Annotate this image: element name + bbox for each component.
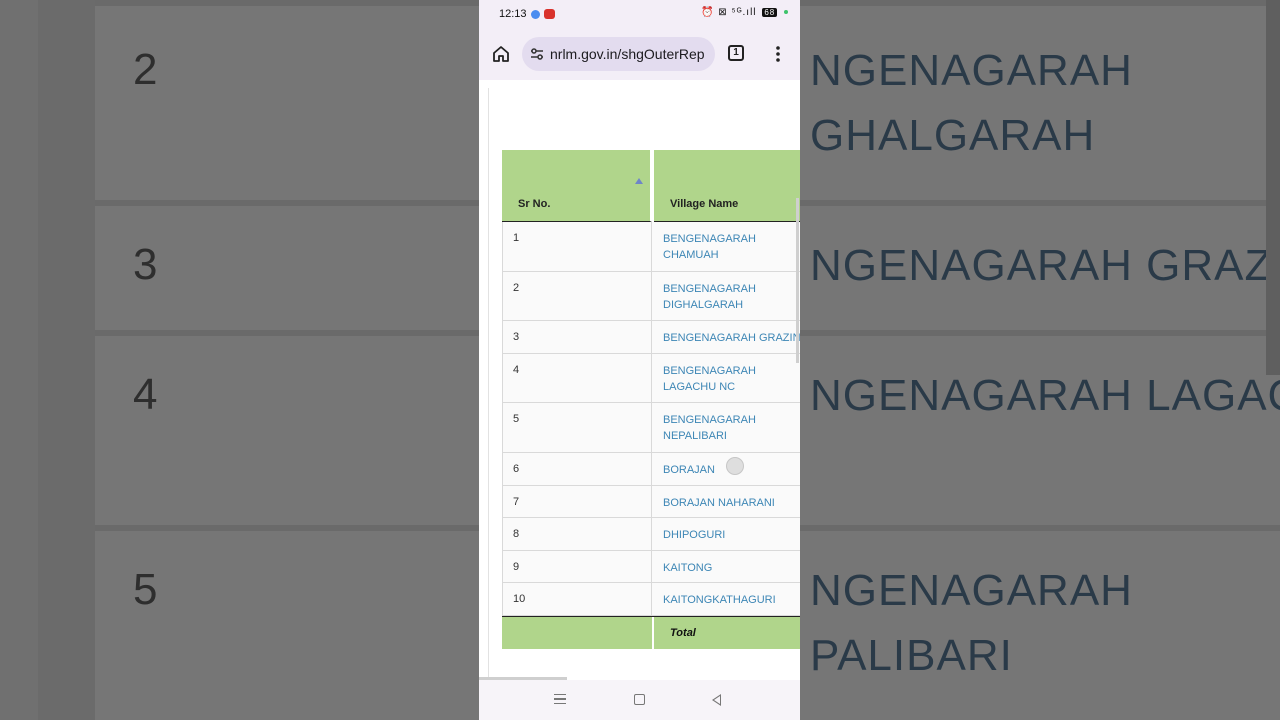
total-divider (652, 617, 654, 650)
table-row: 9 KAITONG (502, 551, 800, 583)
sr-no-cell: 4 (502, 354, 652, 402)
background-text: NGENAGARAH (810, 566, 1133, 615)
village-link[interactable]: KAITONG (653, 551, 800, 582)
more-options-icon[interactable] (776, 46, 780, 62)
background-number: 3 (133, 240, 158, 289)
table-row: 7 BORAJAN NAHARANI (502, 486, 800, 518)
background-cell (95, 0, 480, 200)
village-link[interactable]: BENGENAGARAH LAGACHU NC (653, 354, 800, 402)
home-icon[interactable] (492, 45, 510, 63)
column-header-label: Sr No. (518, 198, 551, 210)
sr-no-cell: 7 (502, 486, 652, 517)
browser-toolbar: nrlm.gov.in/shgOuterRep 1 (479, 28, 800, 80)
tab-switcher-button[interactable]: 1 (728, 45, 744, 61)
background-scrollbar (1266, 0, 1280, 375)
village-link[interactable]: DHIPOGURI (653, 518, 800, 550)
sr-no-cell: 9 (502, 551, 652, 582)
column-header-village-name[interactable]: Village Name (654, 150, 800, 222)
table-row: 5 BENGENAGARAH NEPALIBARI (502, 403, 800, 453)
village-link[interactable]: BENGENAGARAH GRAZING (653, 321, 800, 353)
sr-no-cell: 1 (502, 222, 652, 271)
touch-indicator (726, 457, 744, 475)
background-edge (38, 0, 95, 720)
home-nav-icon[interactable] (634, 694, 645, 705)
background-text: PALIBARI (810, 631, 1013, 680)
page-content: Sr No. Village Name 1 BENGENAGARAH CHAMU… (479, 80, 800, 680)
signal-icon: ⏰ ⊠ ⁵ᴳ.ıll (701, 7, 757, 18)
table-total-row: Total (502, 616, 800, 650)
village-link[interactable]: BENGENAGARAH CHAMUAH (653, 222, 800, 271)
sort-ascending-icon[interactable] (635, 178, 643, 184)
status-time: 12:13 (499, 8, 527, 20)
content-border (488, 88, 489, 678)
address-bar[interactable]: nrlm.gov.in/shgOuterRep (522, 37, 715, 71)
status-icons: ⏰ ⊠ ⁵ᴳ.ıll 68 (701, 7, 788, 18)
sr-no-cell: 2 (502, 272, 652, 320)
village-link[interactable]: BORAJAN NAHARANI (653, 486, 800, 517)
notification-icon (544, 9, 555, 19)
table-row: 1 BENGENAGARAH CHAMUAH (502, 222, 800, 272)
background-text: NGENAGARAH (810, 46, 1133, 95)
sr-no-cell: 5 (502, 403, 652, 452)
recents-icon[interactable] (554, 694, 566, 704)
background-cell (95, 330, 480, 525)
table-row: 3 BENGENAGARAH GRAZING (502, 321, 800, 354)
site-info-icon[interactable] (530, 47, 544, 61)
sr-no-cell: 8 (502, 518, 652, 550)
system-nav-bar (479, 680, 800, 720)
battery-icon: 68 (762, 8, 778, 17)
back-icon[interactable] (712, 694, 721, 706)
privacy-indicator-icon (784, 10, 788, 15)
total-label: Total (670, 627, 696, 639)
background-number: 4 (133, 370, 158, 419)
vertical-scrollbar[interactable] (796, 198, 799, 363)
table-row: 8 DHIPOGURI (502, 518, 800, 551)
background-number: 2 (133, 45, 158, 94)
background-number: 5 (133, 565, 158, 614)
url-text: nrlm.gov.in/shgOuterRep (550, 46, 705, 62)
background-text: NGENAGARAH LAGACH (810, 371, 1280, 420)
background-text: GHALGARAH (810, 111, 1096, 160)
column-header-label: Village Name (670, 198, 739, 210)
column-header-sr-no[interactable]: Sr No. (502, 150, 652, 222)
table-row: 10 KAITONGKATHAGURI (502, 583, 800, 616)
sr-no-cell: 6 (502, 453, 652, 485)
table-row: 2 BENGENAGARAH DIGHALGARAH (502, 272, 800, 321)
notification-icon (531, 10, 540, 19)
table-row: 6 BORAJAN (502, 453, 800, 486)
sr-no-cell: 3 (502, 321, 652, 353)
phone-screen: 12:13 ⏰ ⊠ ⁵ᴳ.ıll 68 nrlm.gov.in/shgOuter… (479, 0, 800, 720)
status-bar: 12:13 ⏰ ⊠ ⁵ᴳ.ıll 68 (479, 0, 800, 28)
background-text: NGENAGARAH GRAZIN (810, 241, 1280, 290)
village-link[interactable]: BENGENAGARAH NEPALIBARI (653, 403, 800, 452)
village-link[interactable]: BENGENAGARAH DIGHALGARAH (653, 272, 800, 320)
table-row: 4 BENGENAGARAH LAGACHU NC (502, 354, 800, 403)
sr-no-cell: 10 (502, 583, 652, 615)
village-link[interactable]: KAITONGKATHAGURI (653, 583, 800, 615)
background-cell (95, 525, 480, 720)
